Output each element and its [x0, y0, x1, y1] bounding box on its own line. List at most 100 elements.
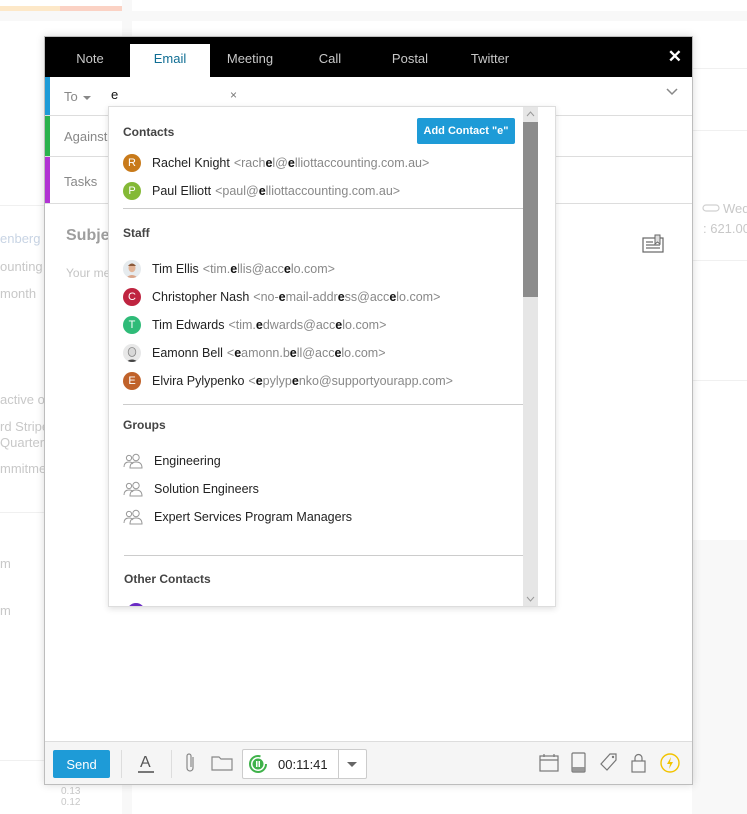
attachment-icon[interactable] [184, 752, 196, 774]
tab-twitter[interactable]: Twitter [455, 44, 525, 77]
staff-name-line: Tim Edwards <tim.edwards@accelo.com> [152, 318, 386, 332]
scroll-up-icon[interactable] [526, 110, 535, 119]
lock-icon[interactable] [631, 752, 647, 774]
staff-email: <epylypenko@supportyourapp.com> [248, 374, 453, 388]
staff-item[interactable]: E Elvira Pylypenko <epylypenko@supportyou… [121, 369, 521, 393]
staff-section-title: Staff [123, 226, 150, 240]
dropdown-scrollbar[interactable] [523, 107, 538, 606]
avatar-photo [123, 344, 141, 362]
staff-name: Christopher Nash [152, 290, 250, 304]
add-contact-button[interactable]: Add Contact "e" [417, 118, 515, 144]
staff-item[interactable]: T Tim Edwards <tim.edwards@accelo.com> [121, 313, 521, 337]
staff-item[interactable]: C Christopher Nash <no-email-address@acce… [121, 285, 521, 309]
background-text: m [0, 603, 11, 618]
calendar-icon[interactable] [539, 753, 559, 773]
background-divider [693, 68, 747, 69]
tab-call[interactable]: Call [300, 44, 360, 77]
contact-email: <rachel@elliottaccounting.com.au> [233, 156, 430, 170]
contact-item[interactable]: P Paul Elliott <paul@elliottaccounting.co… [121, 179, 521, 203]
template-icon[interactable] [642, 234, 664, 254]
background-divider [0, 205, 44, 206]
staff-name: Tim Edwards [152, 318, 225, 332]
background-divider [693, 130, 747, 131]
background-text: 0.13 [61, 786, 81, 797]
background-divider [693, 260, 747, 261]
background-text: Wed [723, 201, 747, 216]
avatar: R [123, 154, 141, 172]
background-text: rd Stripe [0, 419, 50, 434]
staff-name-line: Christopher Nash <no-email-address@accelo… [152, 290, 440, 304]
contact-name: Paul Elliott [152, 184, 212, 198]
to-stripe [45, 77, 50, 115]
tab-email[interactable]: Email [130, 44, 210, 77]
staff-email: <eamonn.bell@accelo.com> [226, 346, 386, 360]
background-row [0, 11, 747, 21]
avatar-photo [123, 260, 141, 278]
staff-name-line: Tim Ellis <tim.ellis@accelo.com> [152, 262, 335, 276]
background-text: 0.12 [61, 797, 81, 808]
background-text: : 621.00 C [703, 221, 747, 236]
against-stripe [45, 116, 50, 156]
background-text: m [0, 556, 11, 571]
section-divider [123, 404, 523, 405]
staff-name-line: Eamonn Bell <eamonn.bell@accelo.com> [152, 346, 386, 360]
tag-icon[interactable] [599, 752, 619, 774]
section-divider [123, 208, 523, 209]
group-item[interactable]: Expert Services Program Managers [121, 505, 521, 529]
background-text: mmitme [0, 461, 47, 476]
staff-email: <no-email-address@accelo.com> [253, 290, 441, 304]
background-divider [0, 512, 44, 513]
tasks-stripe [45, 157, 50, 203]
mobile-device-icon[interactable] [571, 752, 587, 774]
lightning-icon[interactable] [659, 752, 681, 774]
activity-type-tabs: Note Email Meeting Call Postal Twitter ✕ [45, 37, 692, 77]
against-label[interactable]: Against [64, 129, 107, 144]
contact-name-line: Rachel Knight <rachel@elliottaccounting.c… [152, 156, 429, 170]
pause-timer-icon[interactable] [248, 754, 268, 774]
text-format-icon[interactable]: A [137, 752, 155, 774]
background-text: ounting [0, 259, 43, 274]
other-contacts-section-title: Other Contacts [124, 572, 211, 586]
close-icon[interactable]: ✕ [668, 47, 682, 67]
group-item[interactable]: Engineering [121, 449, 521, 473]
groups-section-title: Groups [123, 418, 166, 432]
timer-control: 00:11:41 [242, 749, 367, 779]
staff-name-line: Elvira Pylypenko <epylypenko@supportyoura… [152, 374, 453, 388]
contact-item[interactable]: R Rachel Knight <rachel@elliottaccounting… [121, 151, 521, 175]
staff-item[interactable]: Tim Ellis <tim.ellis@accelo.com> [121, 257, 521, 281]
send-button[interactable]: Send [53, 750, 110, 778]
to-dropdown[interactable]: To [64, 89, 91, 104]
recipient-input[interactable] [111, 87, 211, 102]
tab-note[interactable]: Note [55, 44, 125, 77]
contact-name: Rachel Knight [152, 156, 230, 170]
timer-value: 00:11:41 [278, 757, 328, 772]
background-text: active or [0, 392, 50, 407]
scroll-down-icon[interactable] [526, 594, 535, 603]
group-name: Engineering [154, 454, 221, 468]
scrollbar-thumb[interactable] [523, 122, 538, 297]
staff-name: Tim Ellis [152, 262, 199, 276]
toolbar-divider [121, 750, 122, 778]
staff-item[interactable]: Eamonn Bell <eamonn.bell@accelo.com> [121, 341, 521, 365]
tasks-label[interactable]: Tasks [64, 174, 97, 189]
tab-meeting[interactable]: Meeting [215, 44, 285, 77]
background-text: month [0, 286, 37, 301]
section-divider [124, 555, 524, 556]
avatar [127, 603, 145, 606]
folder-icon[interactable] [211, 755, 233, 771]
chevron-down-icon[interactable] [666, 88, 678, 96]
recipient-suggestions-dropdown: Contacts Add Contact "e" R Rachel Knight… [108, 106, 556, 607]
timer-dropdown-icon[interactable] [347, 762, 357, 767]
staff-name: Eamonn Bell [152, 346, 223, 360]
staff-email: <tim.ellis@accelo.com> [202, 262, 335, 276]
paperclip-icon [702, 204, 720, 212]
contacts-section-title: Contacts [123, 125, 175, 139]
group-icon [123, 453, 143, 469]
background-text: enberg [0, 231, 41, 246]
avatar: E [123, 372, 141, 390]
clear-icon[interactable]: × [230, 88, 237, 102]
background-divider [693, 380, 747, 381]
tab-postal[interactable]: Postal [375, 44, 445, 77]
staff-name: Elvira Pylypenko [152, 374, 245, 388]
group-item[interactable]: Solution Engineers [121, 477, 521, 501]
